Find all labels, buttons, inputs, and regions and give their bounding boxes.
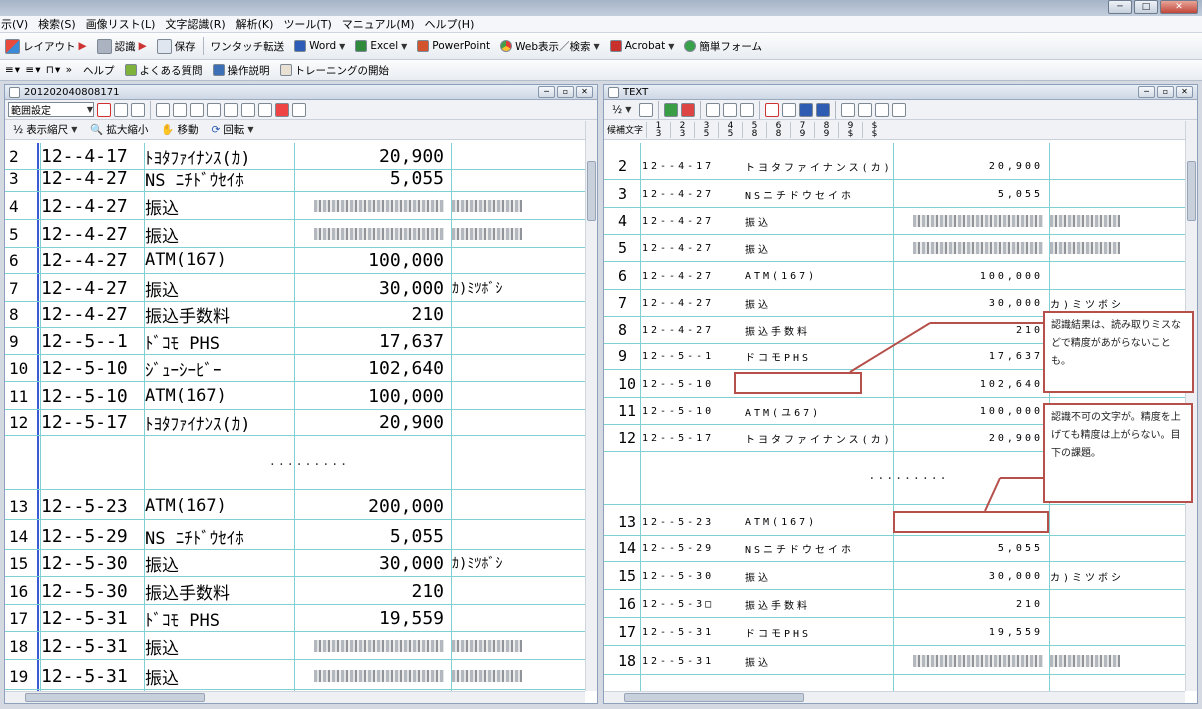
callout-note-unreadable: 認識不可の文字が。精度を上げても精度は上がらない。目下の課題。 (1043, 403, 1193, 503)
callout-note-misread: 認識結果は、読み取りミスなどで精度があがらないことも。 (1043, 311, 1194, 393)
callout-lines (849, 322, 1043, 512)
